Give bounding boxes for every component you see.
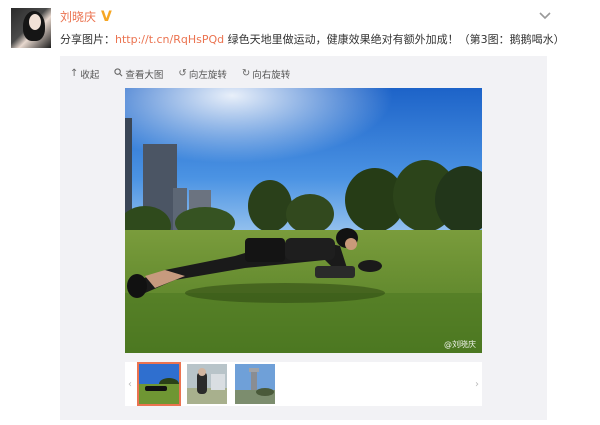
view-large-button[interactable]: 查看大图 [114, 67, 163, 81]
chevron-left-icon: ‹ [128, 378, 132, 390]
thumb-prev-button[interactable]: ‹ [125, 364, 135, 404]
username-link[interactable]: 刘晓庆 [60, 9, 96, 25]
search-icon [114, 68, 123, 80]
rotate-right-icon: ↻ [241, 68, 251, 79]
collapse-label: 收起 [80, 70, 100, 81]
media-toolbar: ↑ 收起 查看大图 ↺ 向左旋转 ↻ 向右旋转 [70, 66, 305, 82]
media-viewer: ↑ 收起 查看大图 ↺ 向左旋转 ↻ 向右旋转 @刘晓庆 ‹ › [60, 56, 547, 420]
thumbnail-2[interactable] [187, 364, 227, 404]
rotate-left-label: 向左旋转 [188, 70, 227, 81]
view-large-label: 查看大图 [125, 70, 164, 81]
chevron-right-icon: › [475, 378, 479, 390]
avatar-face [29, 14, 41, 30]
rotate-left-button[interactable]: ↺ 向左旋转 [178, 67, 227, 82]
collapse-button[interactable]: ↑ 收起 [70, 67, 100, 82]
post-text-body: 绿色天地里做运动，健康效果绝对有额外加成！（第3图：鹅鹅喝水） [224, 33, 565, 46]
thumbnail-1-image [139, 364, 179, 404]
rotate-right-button[interactable]: ↻ 向右旋转 [241, 67, 291, 82]
rotate-left-icon: ↺ [178, 68, 187, 79]
post-text-prefix: 分享图片： [60, 33, 115, 46]
thumbnail-2-image [187, 364, 227, 404]
user-line: 刘晓庆 V [60, 9, 112, 25]
verified-badge-icon: V [101, 9, 112, 25]
post-link[interactable]: http://t.cn/RqHsPQd [115, 33, 224, 46]
post-text: 分享图片：http://t.cn/RqHsPQd 绿色天地里做运动，健康效果绝对… [60, 32, 595, 48]
photo-image [125, 88, 482, 353]
thumbnail-1[interactable] [137, 362, 181, 406]
thumb-next-button[interactable]: › [472, 364, 482, 404]
main-photo[interactable]: @刘晓庆 [125, 88, 482, 353]
photo-watermark: @刘晓庆 [444, 340, 476, 349]
thumbnail-3-image [235, 364, 275, 404]
chevron-down-icon[interactable] [538, 9, 552, 23]
avatar[interactable] [11, 8, 51, 48]
thumbnail-3[interactable] [235, 364, 275, 404]
collapse-icon: ↑ [70, 68, 79, 79]
thumbnail-strip: ‹ › [125, 362, 482, 406]
rotate-right-label: 向右旋转 [252, 70, 291, 81]
